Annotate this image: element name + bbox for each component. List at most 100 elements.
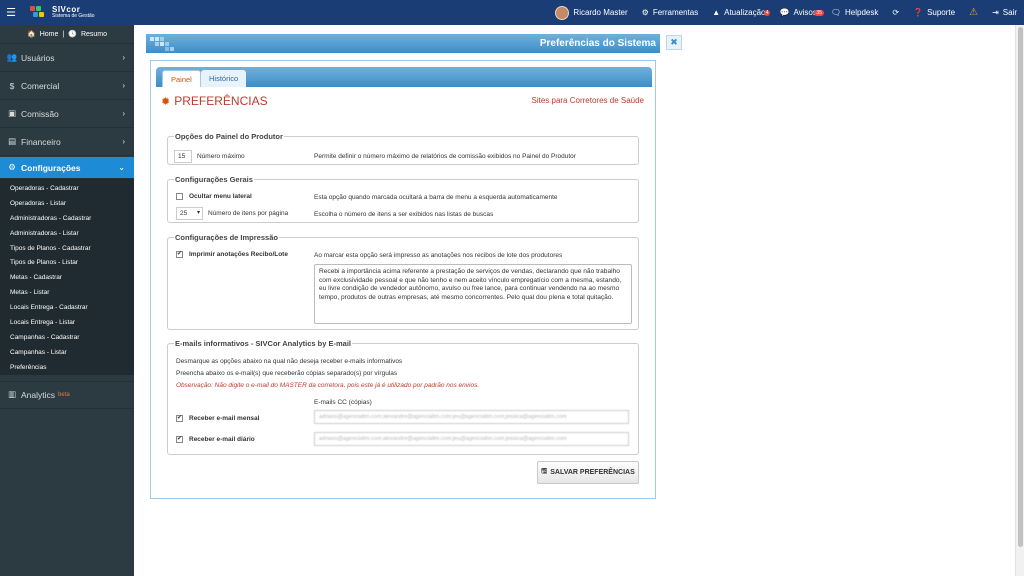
helpdesk-menu[interactable]: 🗨 Helpdesk <box>824 8 886 17</box>
atualizacao-menu[interactable]: ▲ Atualização 4 <box>705 8 772 17</box>
submenu-item[interactable]: Tipos de Planos - Listar <box>0 255 134 270</box>
logo[interactable]: SIVcor Sistema de Gestão <box>30 5 95 20</box>
logo-tagline: Sistema de Gestão <box>52 12 95 19</box>
tabs-bar: Painel Histórico <box>156 67 652 87</box>
chevron-right-icon: › <box>122 109 125 118</box>
atualizacao-badge: 4 <box>763 10 771 16</box>
resumo-label: Resumo <box>80 30 108 38</box>
sidebar-home[interactable]: 🏠 Home | 🕓 Resumo <box>0 25 134 44</box>
logout-button[interactable]: ⇥ Sair <box>985 8 1024 17</box>
email-diario-label: Receber e-mail diário <box>189 436 255 443</box>
tab-historico[interactable]: Histórico <box>201 70 247 87</box>
helpdesk-label: Helpdesk <box>845 8 879 17</box>
sign-out-icon: ⇥ <box>992 8 999 17</box>
page-title: Preferências do Sistema <box>539 38 656 49</box>
imprimir-anotacoes-label: Imprimir anotações Recibo/Lote <box>189 251 288 258</box>
sidebar-item-label: Configurações <box>21 162 81 173</box>
refresh-button[interactable]: ⟳ <box>885 8 906 17</box>
logo-mark-icon <box>30 5 48 20</box>
user-name: Ricardo Master <box>573 8 628 17</box>
anotacoes-textarea[interactable]: Recebi a importância acima referente a p… <box>314 264 632 324</box>
ocultar-menu-checkbox[interactable] <box>176 193 183 200</box>
sidebar-item-label: Financeiro <box>21 136 61 147</box>
submenu-item[interactable]: Metas - Listar <box>0 285 134 300</box>
fieldset-legend: Configurações Gerais <box>175 175 253 184</box>
suporte-menu[interactable]: ❓ Suporte <box>906 8 962 17</box>
save-button-label: SALVAR PREFERÊNCIAS <box>550 469 635 476</box>
chat-icon: 🗨 <box>830 8 842 17</box>
save-preferences-button[interactable]: 🖫 SALVAR PREFERÊNCIAS <box>537 461 639 484</box>
sidebar-item-label: Analytics <box>21 389 56 400</box>
fieldset-produtor: Opções do Painel do Produtor 15 Número m… <box>167 132 639 165</box>
emails-instruction-1: Desmarque as opções abaixo na qual não d… <box>176 358 403 365</box>
sidebar-item-label: Comercial <box>21 80 60 91</box>
cogs-icon: ⚙ <box>641 8 649 17</box>
scrollbar-thumb[interactable] <box>1018 27 1023 547</box>
submenu-item[interactable]: Locais Entrega - Listar <box>0 315 134 330</box>
email-mensal-label: Receber e-mail mensal <box>189 415 260 422</box>
emails-note: Observação: Não digite o e-mail do MASTE… <box>176 382 480 389</box>
imprimir-anotacoes-checkbox[interactable] <box>176 250 183 258</box>
ferramentas-menu[interactable]: ⚙ Ferramentas <box>635 8 706 17</box>
fieldset-emails: E-mails informativos - SIVCor Analytics … <box>167 339 639 455</box>
suporte-label: Suporte <box>927 8 956 17</box>
question-circle-icon: ❓ <box>913 8 924 17</box>
sidebar-item-configuracoes[interactable]: ⚙ Configurações ⌄ <box>0 157 134 179</box>
emails-cc-label: E-mails CC (cópias) <box>314 399 372 406</box>
atualizacao-label: Atualização <box>724 8 766 17</box>
ferramentas-label: Ferramentas <box>652 8 699 17</box>
sidebar-item-analytics[interactable]: ▥ Analytics beta <box>0 380 134 409</box>
briefcase-icon: ▤ <box>7 136 17 146</box>
submenu-item[interactable]: Campanhas - Cadastrar <box>0 330 134 345</box>
submenu-item[interactable]: Tipos de Planos - Cadastrar <box>0 241 134 256</box>
close-icon: ✖ <box>670 37 678 47</box>
fieldset-legend: Opções do Painel do Produtor <box>175 132 283 141</box>
submenu-item[interactable]: Operadoras - Listar <box>0 196 134 211</box>
avisos-menu[interactable]: 💬 Avisos 35 <box>772 8 824 17</box>
gear-icon: ✹ <box>161 95 171 108</box>
tab-painel[interactable]: Painel <box>162 70 201 87</box>
chevron-right-icon: › <box>122 81 125 90</box>
email-mensal-checkbox[interactable] <box>176 414 183 422</box>
sidebar-item-usuarios[interactable]: 👥 Usuários › <box>0 44 134 72</box>
max-reports-input[interactable]: 15 <box>174 150 192 163</box>
submenu-item[interactable]: Administradoras - Cadastrar <box>0 211 134 226</box>
chevron-right-icon: › <box>122 53 125 62</box>
email-diario-field[interactable]: adriano@agencialtm.com;alexandre@agencia… <box>314 432 629 446</box>
users-icon: 👥 <box>6 52 18 62</box>
sidebar-item-comercial[interactable]: $ Comercial › <box>0 72 134 100</box>
sidebar-submenu: Operadoras - Cadastrar Operadoras - List… <box>0 179 134 375</box>
alert-button[interactable]: ⚠ <box>962 7 985 18</box>
submenu-item[interactable]: Locais Entrega - Cadastrar <box>0 300 134 315</box>
sair-label: Sair <box>1002 8 1017 17</box>
top-navbar: ☰ SIVcor Sistema de Gestão Ricardo Maste… <box>0 0 1024 25</box>
scrollbar[interactable] <box>1015 25 1024 576</box>
fieldset-impressao: Configurações de Impressão Imprimir anot… <box>167 233 639 330</box>
ocultar-menu-desc: Esta opção quando marcada ocultará a bar… <box>314 194 558 201</box>
dollar-icon: $ <box>9 80 15 91</box>
home-label: Home <box>39 30 59 38</box>
items-per-page-select[interactable]: 25 <box>176 207 203 220</box>
submenu-item[interactable]: Administradoras - Listar <box>0 226 134 241</box>
sidebar-item-comissao[interactable]: ▣ Comissão › <box>0 100 134 128</box>
submenu-item[interactable]: Metas - Cadastrar <box>0 270 134 285</box>
chevron-down-icon: ⌄ <box>118 163 125 172</box>
refresh-icon: ⟳ <box>892 8 900 17</box>
submenu-item[interactable]: Preferências <box>0 360 134 375</box>
sites-link[interactable]: Sites para Corretores de Saúde <box>531 96 644 105</box>
sidebar-item-financeiro[interactable]: ▤ Financeiro › <box>0 128 134 156</box>
email-mensal-field[interactable]: adriano@agencialtm.com;alexandre@agencia… <box>314 410 629 424</box>
fieldset-legend: Configurações de Impressão <box>175 233 278 242</box>
chevron-right-icon: › <box>122 137 125 146</box>
hamburger-menu-icon[interactable]: ☰ <box>0 6 22 19</box>
section-heading: ✹ PREFERÊNCIAS <box>161 94 268 108</box>
user-menu[interactable]: Ricardo Master <box>548 5 634 20</box>
submenu-item[interactable]: Operadoras - Cadastrar <box>0 181 134 196</box>
ocultar-menu-label: Ocultar menu lateral <box>189 193 252 200</box>
items-per-page-label: Número de itens por página <box>208 210 289 217</box>
close-button[interactable]: ✖ <box>666 35 682 50</box>
email-diario-checkbox[interactable] <box>176 435 183 443</box>
fieldset-gerais: Configurações Gerais Ocultar menu latera… <box>167 175 639 223</box>
submenu-item[interactable]: Campanhas - Listar <box>0 345 134 360</box>
sidebar: 🏠 Home | 🕓 Resumo 👥 Usuários › $ Comerci… <box>0 25 134 576</box>
